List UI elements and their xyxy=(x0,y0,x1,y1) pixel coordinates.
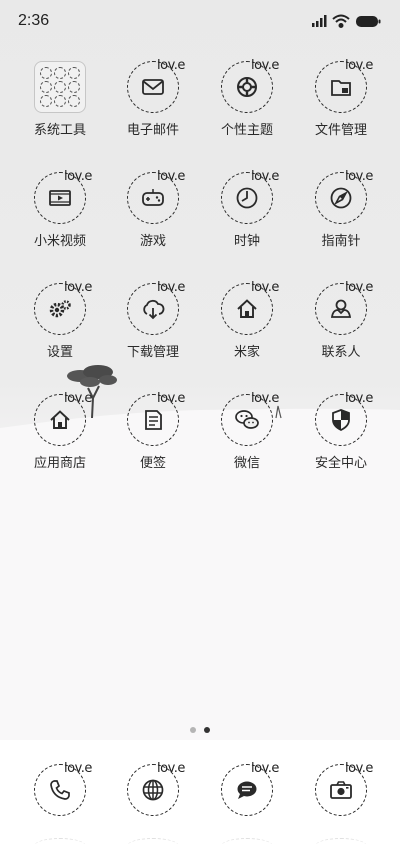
love-badge: lov.e xyxy=(64,280,92,295)
love-badge: lov.e xyxy=(345,391,373,406)
dock-browser[interactable]: lov.e xyxy=(113,761,193,844)
app-label: 设置 xyxy=(46,345,73,360)
app-system-tools[interactable]: 系统工具 xyxy=(20,61,100,161)
folder-icon xyxy=(34,61,86,113)
love-badge: lov.e xyxy=(157,280,185,295)
dock: lov.e lov.e lov.e lov.e xyxy=(0,740,400,844)
love-badge: lov.e xyxy=(157,761,185,776)
love-badge: lov.e xyxy=(64,169,92,184)
love-badge: lov.e xyxy=(251,58,279,73)
love-badge: lov.e xyxy=(157,58,185,73)
app-mijia[interactable]: lov.e 米家 xyxy=(207,280,287,383)
icon-reflection xyxy=(315,838,367,844)
love-badge: lov.e xyxy=(345,280,373,295)
app-email[interactable]: lov.e 电子邮件 xyxy=(113,58,193,161)
page-indicator[interactable] xyxy=(188,727,212,735)
app-label: 应用商店 xyxy=(33,456,86,471)
app-notes[interactable]: lov.e 便签 xyxy=(113,391,193,494)
app-mi-video[interactable]: lov.e 小米视频 xyxy=(20,169,100,272)
love-badge: lov.e xyxy=(251,391,279,406)
icon-reflection xyxy=(34,838,86,844)
app-label: 时钟 xyxy=(233,234,260,249)
page-dot-1[interactable] xyxy=(190,727,196,733)
wifi-icon xyxy=(332,14,350,28)
icon-reflection xyxy=(221,838,273,844)
app-compass[interactable]: lov.e 指南针 xyxy=(301,169,381,272)
love-badge: lov.e xyxy=(345,169,373,184)
app-clock[interactable]: lov.e 时钟 xyxy=(207,169,287,272)
dock-camera[interactable]: lov.e xyxy=(301,761,381,844)
status-time: 2:36 xyxy=(18,12,50,29)
app-label: 个性主题 xyxy=(220,123,273,138)
app-label: 下载管理 xyxy=(126,345,179,360)
love-badge: lov.e xyxy=(157,169,185,184)
app-label: 联系人 xyxy=(321,345,361,360)
status-icons xyxy=(312,14,381,28)
app-label: 米家 xyxy=(233,345,260,360)
app-wechat[interactable]: lov.e 微信 xyxy=(207,391,287,494)
app-file-manager[interactable]: lov.e 文件管理 xyxy=(301,58,381,161)
icon-reflection xyxy=(127,838,179,844)
dock-phone[interactable]: lov.e xyxy=(20,761,100,844)
love-badge: lov.e xyxy=(251,169,279,184)
love-badge: lov.e xyxy=(251,761,279,776)
love-badge: lov.e xyxy=(251,280,279,295)
love-badge: lov.e xyxy=(157,391,185,406)
love-badge: lov.e xyxy=(345,761,373,776)
battery-icon xyxy=(356,16,381,27)
app-downloads[interactable]: lov.e 下载管理 xyxy=(113,280,193,383)
app-label: 游戏 xyxy=(139,234,166,249)
love-badge: lov.e xyxy=(64,761,92,776)
status-bar: 2:36 xyxy=(0,0,400,44)
dock-messages[interactable]: lov.e xyxy=(207,761,287,844)
app-label: 电子邮件 xyxy=(126,123,179,138)
app-label: 系统工具 xyxy=(33,123,86,138)
app-security-center[interactable]: lov.e 安全中心 xyxy=(301,391,381,494)
page-dot-2-active[interactable] xyxy=(204,727,210,733)
love-badge: lov.e xyxy=(345,58,373,73)
app-themes[interactable]: lov.e 个性主题 xyxy=(207,58,287,161)
app-contacts[interactable]: lov.e 联系人 xyxy=(301,280,381,383)
app-app-store[interactable]: lov.e 应用商店 xyxy=(20,391,100,494)
app-label: 指南针 xyxy=(321,234,361,249)
app-games[interactable]: lov.e 游戏 xyxy=(113,169,193,272)
love-badge: lov.e xyxy=(64,391,92,406)
app-label: 安全中心 xyxy=(314,456,367,471)
app-label: 便签 xyxy=(139,456,166,471)
signal-icon xyxy=(312,15,327,27)
app-label: 小米视频 xyxy=(33,234,86,249)
app-label: 文件管理 xyxy=(314,123,367,138)
app-label: 微信 xyxy=(233,456,260,471)
app-settings[interactable]: lov.e 设置 xyxy=(20,280,100,383)
